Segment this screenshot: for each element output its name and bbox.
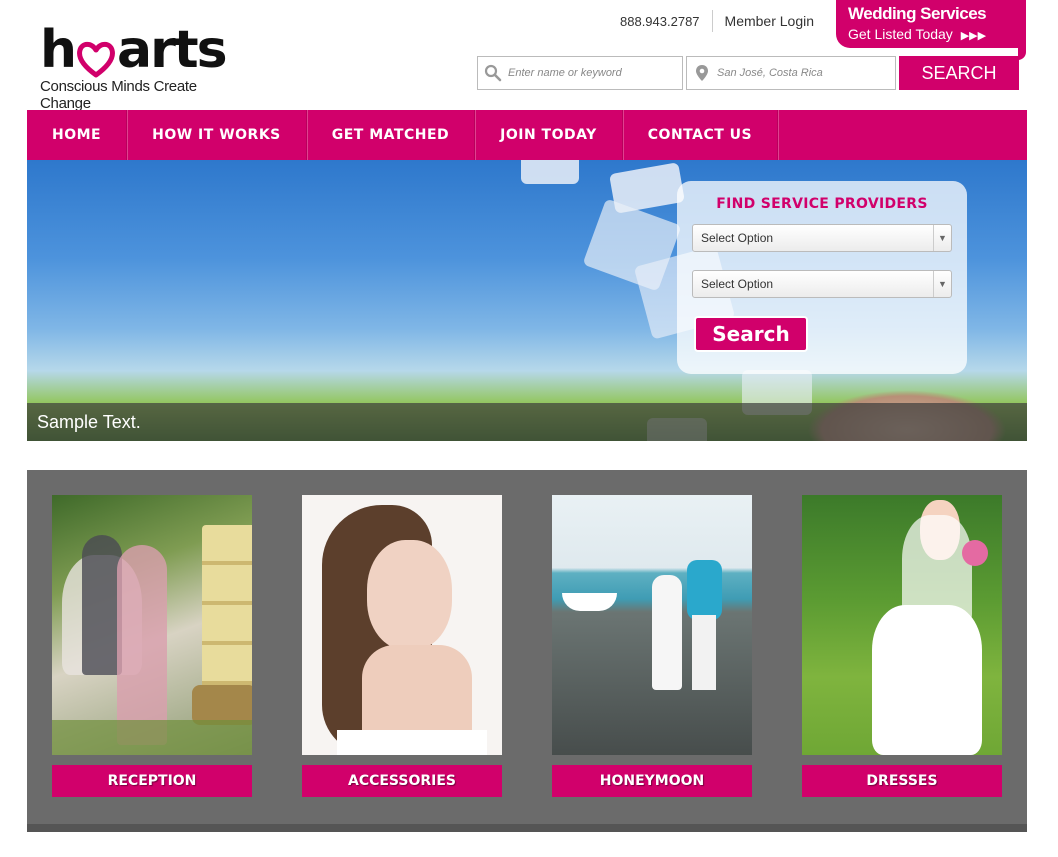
keyword-field[interactable] [477,56,683,90]
header-search-button[interactable]: SEARCH [899,56,1019,90]
category-card-dresses[interactable]: DRESSES [802,495,1002,797]
logo-tagline: Conscious Minds Create Change [40,78,197,112]
honeymoon-photo[interactable] [552,495,752,755]
search-icon [478,64,508,82]
categories-section: RECEPTION ACCESSORIES HONEYMOON DRESSES [27,470,1027,832]
hero-caption: Sample Text. [27,403,1027,441]
tab-edge [1018,0,1026,60]
category-label[interactable]: ACCESSORIES [302,765,502,797]
find-service-providers-panel: FIND SERVICE PROVIDERS Select Option ▼ S… [677,181,967,374]
category-label[interactable]: DRESSES [802,765,1002,797]
triple-arrow-icon: ▶▶▶ [960,30,987,42]
get-listed-link[interactable]: Get Listed Today ▶▶▶ [848,24,1026,46]
reception-photo[interactable] [52,495,252,755]
nav-home[interactable]: HOME [27,110,128,160]
finder-search-button[interactable]: Search [694,316,808,352]
section-bottom-strip [27,824,1027,832]
provider-select-2[interactable]: Select Option ▼ [692,270,952,298]
nav-join-today[interactable]: JOIN TODAY [475,110,623,160]
category-label[interactable]: RECEPTION [52,765,252,797]
category-card-reception[interactable]: RECEPTION [52,495,252,797]
category-label[interactable]: HONEYMOON [552,765,752,797]
heart-icon [76,36,116,78]
dropdown-arrow-icon: ▼ [933,271,951,297]
site-logo[interactable]: h arts Conscious Minds Create Change [40,20,240,112]
nav-contact-us[interactable]: CONTACT US [623,110,779,160]
dropdown-arrow-icon: ▼ [933,225,951,251]
puzzle-piece [521,160,579,184]
header-search: SEARCH [477,56,1019,90]
location-pin-icon [687,64,717,82]
accessories-photo[interactable] [302,495,502,755]
logo-wordmark: h arts [40,20,228,80]
keyword-input[interactable] [508,67,668,79]
member-login-link[interactable]: Member Login [713,13,815,29]
wedding-services-tab[interactable]: Wedding Services Get Listed Today ▶▶▶ [836,0,1026,48]
category-card-accessories[interactable]: ACCESSORIES [302,495,502,797]
nav-how-it-works[interactable]: HOW IT WORKS [127,110,307,160]
hero-banner: FIND SERVICE PROVIDERS Select Option ▼ S… [27,160,1027,441]
nav-get-matched[interactable]: GET MATCHED [307,110,476,160]
main-nav: HOME HOW IT WORKS GET MATCHED JOIN TODAY… [27,110,1027,160]
finder-title: FIND SERVICE PROVIDERS [716,196,928,212]
page: h arts Conscious Minds Create Change 888… [0,0,1058,857]
provider-select-1[interactable]: Select Option ▼ [692,224,952,252]
location-input[interactable] [717,67,877,79]
phone-number[interactable]: 888.943.2787 [620,14,712,29]
wedding-services-title: Wedding Services [848,4,987,23]
location-field[interactable] [686,56,896,90]
category-card-honeymoon[interactable]: HONEYMOON [552,495,752,797]
top-links: 888.943.2787 Member Login [620,10,814,32]
dresses-photo[interactable] [802,495,1002,755]
